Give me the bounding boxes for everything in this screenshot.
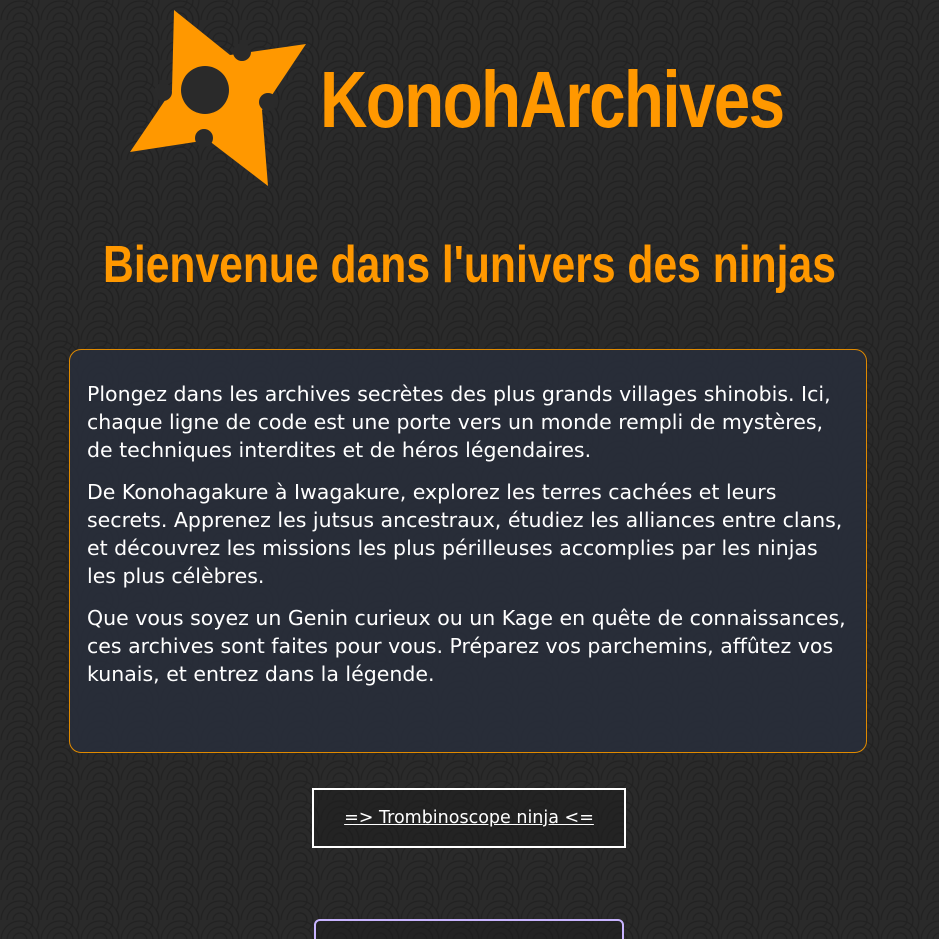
site-title: KonohArchives <box>320 55 785 144</box>
intro-paragraph-1: Plongez dans les archives secrètes des p… <box>87 382 831 462</box>
intro-card: Plongez dans les archives secrètes des p… <box>69 349 867 753</box>
intro-paragraph-3: Que vous soyez un Genin curieux ou un Ka… <box>87 606 846 686</box>
intro-paragraph-2: De Konohagakure à Iwagakure, explorez le… <box>87 480 843 588</box>
site-header: KonohArchives <box>0 0 939 200</box>
shuriken-icon <box>130 10 306 186</box>
trombinoscope-button[interactable]: => Trombinoscope ninja <= <box>312 788 626 848</box>
page-tagline: Bienvenue dans l'univers des ninjas <box>103 236 836 294</box>
secondary-button[interactable] <box>314 919 624 939</box>
